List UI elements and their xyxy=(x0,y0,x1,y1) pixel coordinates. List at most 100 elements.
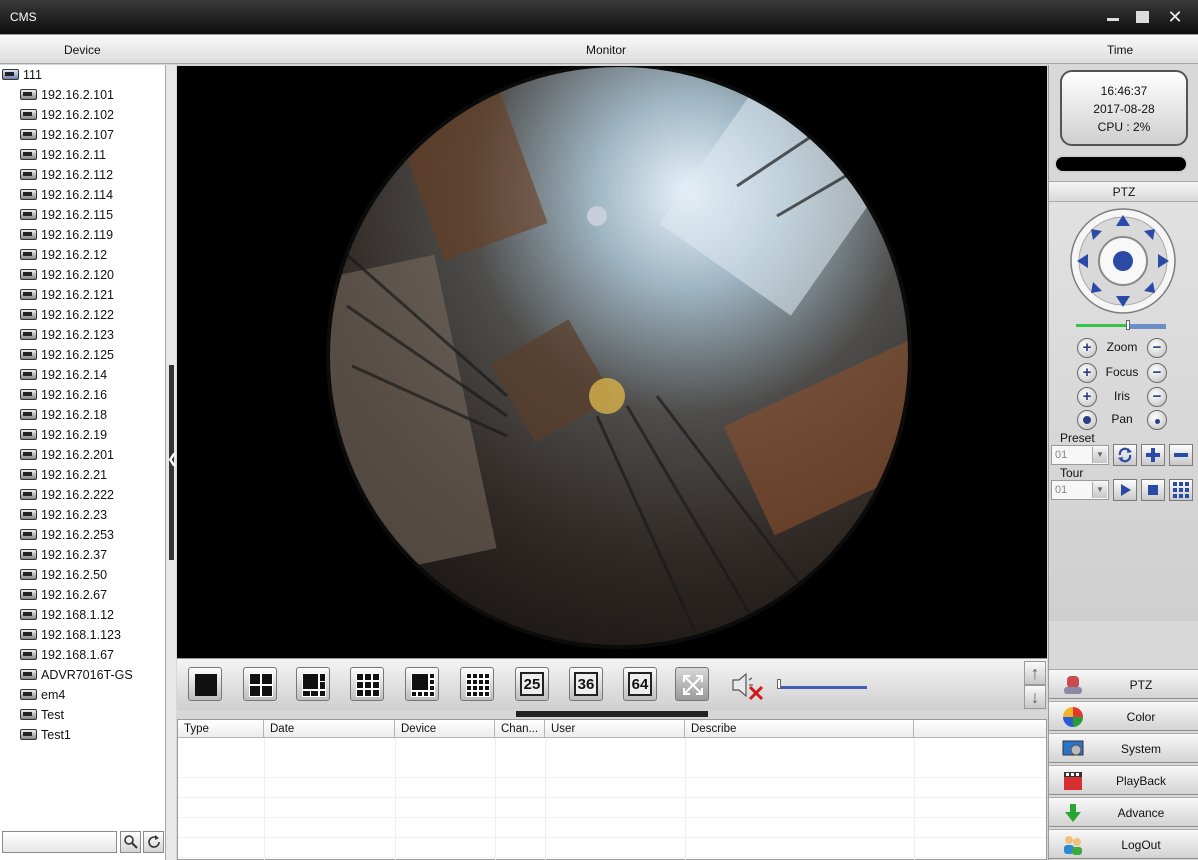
menu-advance-button[interactable]: Advance xyxy=(1049,797,1198,827)
iris-control: + Iris − xyxy=(1077,386,1169,408)
layout-16-button[interactable] xyxy=(460,667,494,701)
device-item[interactable]: 192.16.2.14 xyxy=(20,365,107,385)
layout-8-icon xyxy=(411,673,435,697)
menu-logout-button[interactable]: LogOut xyxy=(1049,829,1198,859)
device-item[interactable]: 192.16.2.101 xyxy=(20,85,114,105)
device-item[interactable]: 192.16.2.19 xyxy=(20,425,107,445)
device-item[interactable]: 192.16.2.50 xyxy=(20,565,107,585)
column-type[interactable]: Type xyxy=(178,720,264,738)
layout-36-button[interactable]: 36 xyxy=(569,667,603,701)
device-item[interactable]: 192.16.2.18 xyxy=(20,405,107,425)
column-channel[interactable]: Chan... xyxy=(495,720,545,738)
layout-25-button[interactable]: 25 xyxy=(515,667,549,701)
column-user[interactable]: User xyxy=(545,720,685,738)
fullscreen-button[interactable] xyxy=(675,667,709,701)
device-item[interactable]: 192.168.1.123 xyxy=(20,625,121,645)
preset-add-button[interactable] xyxy=(1141,444,1165,466)
close-icon: ✕ xyxy=(1167,7,1183,27)
zoom-in-button[interactable]: + xyxy=(1077,338,1097,358)
layout-9-button[interactable] xyxy=(350,667,384,701)
pan-stop-button[interactable] xyxy=(1147,410,1167,430)
device-item[interactable]: Test1 xyxy=(20,725,71,745)
iris-open-button[interactable]: + xyxy=(1077,387,1097,407)
log-panel-toggle[interactable] xyxy=(516,711,708,717)
scroll-down-button[interactable]: ↓ xyxy=(1024,685,1046,709)
menu-playback-button[interactable]: PlayBack xyxy=(1049,765,1198,795)
layout-1-button[interactable] xyxy=(188,667,222,701)
device-item[interactable]: 192.16.2.23 xyxy=(20,505,107,525)
layout-64-button[interactable]: 64 xyxy=(623,667,657,701)
device-item-label: 192.16.2.222 xyxy=(41,488,114,502)
device-item[interactable]: 192.168.1.12 xyxy=(20,605,114,625)
scroll-up-button[interactable]: ↑ xyxy=(1024,661,1046,685)
column-device[interactable]: Device xyxy=(395,720,495,738)
device-item[interactable]: 192.16.2.11 xyxy=(20,145,106,165)
dvr-device-icon xyxy=(20,149,37,160)
column-date[interactable]: Date xyxy=(264,720,395,738)
device-item[interactable]: 192.16.2.107 xyxy=(20,125,114,145)
device-search-input[interactable] xyxy=(2,831,117,853)
tour-select[interactable]: 01 ▼ xyxy=(1051,480,1109,500)
device-item[interactable]: 192.16.2.121 xyxy=(20,285,114,305)
pan-start-button[interactable] xyxy=(1077,410,1097,430)
panel-splitter[interactable]: ❮ xyxy=(166,65,178,860)
minimize-button[interactable] xyxy=(1103,8,1123,26)
tour-grid-button[interactable] xyxy=(1169,479,1193,501)
menu-color-button[interactable]: Color xyxy=(1049,701,1198,731)
monitor-area[interactable] xyxy=(177,66,1047,658)
menu-ptz-button[interactable]: PTZ xyxy=(1049,669,1198,699)
layout-6-icon xyxy=(302,673,326,697)
time-header: Time xyxy=(1107,43,1134,57)
device-item[interactable]: ADVR7016T-GS xyxy=(20,665,133,685)
refresh-button[interactable] xyxy=(143,831,164,853)
device-item[interactable]: 192.16.2.119 xyxy=(20,225,113,245)
mute-icon[interactable] xyxy=(730,669,764,701)
device-item[interactable]: 192.16.2.114 xyxy=(20,185,113,205)
device-item[interactable]: 192.16.2.37 xyxy=(20,545,107,565)
layout-6-button[interactable] xyxy=(296,667,330,701)
close-button[interactable]: ✕ xyxy=(1165,8,1185,26)
device-item[interactable]: 192.16.2.120 xyxy=(20,265,114,285)
tour-play-button[interactable] xyxy=(1113,479,1137,501)
device-item[interactable]: 192.16.2.122 xyxy=(20,305,114,325)
ptz-speed-handle[interactable] xyxy=(1126,320,1130,330)
fisheye-video-view[interactable] xyxy=(177,66,1047,658)
device-item[interactable]: 192.16.2.16 xyxy=(20,385,107,405)
tour-stop-button[interactable] xyxy=(1141,479,1165,501)
clock-date: 2017-08-28 xyxy=(1093,102,1155,116)
device-item[interactable]: 192.16.2.112 xyxy=(20,165,113,185)
column-describe[interactable]: Describe xyxy=(685,720,914,738)
volume-handle[interactable] xyxy=(777,679,781,689)
preset-goto-button[interactable] xyxy=(1113,444,1137,466)
device-item[interactable]: 192.16.2.21 xyxy=(20,465,107,485)
device-item[interactable]: 192.16.2.12 xyxy=(20,245,107,265)
preset-remove-button[interactable] xyxy=(1169,444,1193,466)
iris-close-button[interactable]: − xyxy=(1147,387,1167,407)
ptz-direction-pad[interactable] xyxy=(1069,207,1177,315)
ptz-speed-slider[interactable] xyxy=(1076,320,1166,330)
device-item[interactable]: 192.16.2.67 xyxy=(20,585,107,605)
device-item[interactable]: 192.16.2.222 xyxy=(20,485,114,505)
zoom-out-button[interactable]: − xyxy=(1147,338,1167,358)
preset-select[interactable]: 01 ▼ xyxy=(1051,445,1109,465)
menu-system-button[interactable]: System xyxy=(1049,733,1198,763)
device-item[interactable]: 192.16.2.253 xyxy=(20,525,114,545)
device-item-label: Test1 xyxy=(41,728,71,742)
maximize-button[interactable] xyxy=(1133,8,1153,26)
layout-8-button[interactable] xyxy=(405,667,439,701)
search-button[interactable] xyxy=(120,831,141,853)
device-item[interactable]: 192.16.2.123 xyxy=(20,325,114,345)
focus-out-button[interactable]: − xyxy=(1147,363,1167,383)
volume-slider[interactable] xyxy=(777,679,867,691)
device-item[interactable]: 192.168.1.67 xyxy=(20,645,114,665)
device-item[interactable]: em4 xyxy=(20,685,65,705)
device-item[interactable]: 192.16.2.102 xyxy=(20,105,114,125)
device-item[interactable]: 192.16.2.115 xyxy=(20,205,113,225)
clock-time: 16:46:37 xyxy=(1100,84,1148,98)
layout-4-button[interactable] xyxy=(243,667,277,701)
device-item[interactable]: 192.16.2.201 xyxy=(20,445,114,465)
device-item[interactable]: 192.16.2.125 xyxy=(20,345,114,365)
tree-root[interactable]: 111 xyxy=(2,65,42,85)
focus-in-button[interactable]: + xyxy=(1077,363,1097,383)
device-item[interactable]: Test xyxy=(20,705,64,725)
